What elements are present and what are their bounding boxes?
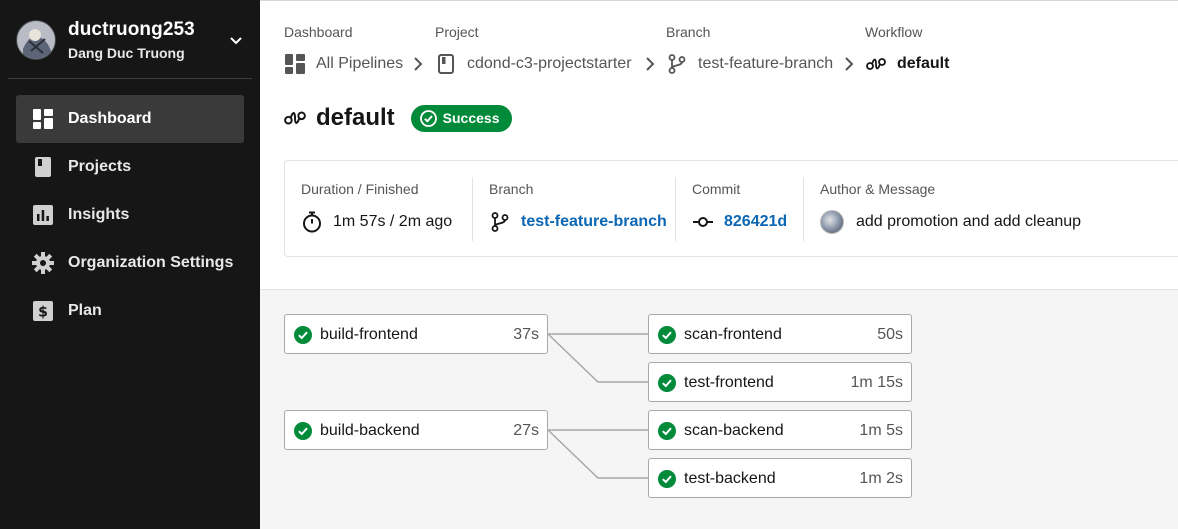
job-scan-frontend[interactable]: scan-frontend 50s — [648, 314, 912, 354]
workflow-graph: build-frontend 37s scan-frontend 50s tes… — [260, 289, 1178, 529]
branch-label: Branch — [489, 181, 534, 197]
job-name: build-backend — [320, 422, 420, 439]
breadcrumb-project[interactable]: cdond-c3-projectstarter — [435, 54, 632, 74]
duration-column: Duration / Finished 1m 57s / 2m ago — [285, 177, 472, 241]
chevron-down-icon[interactable] — [228, 32, 244, 48]
workflow-icon — [284, 111, 306, 125]
top-border — [260, 0, 1178, 1]
gear-icon — [32, 252, 54, 274]
job-test-backend[interactable]: test-backend 1m 2s — [648, 458, 912, 498]
breadcrumb-workflow-value: default — [897, 55, 950, 72]
chevron-right-icon — [646, 57, 655, 71]
breadcrumb-branch-value: test-feature-branch — [698, 55, 834, 72]
check-circle-icon — [419, 109, 437, 127]
success-check-icon — [658, 470, 676, 488]
author-value: add promotion and add cleanup — [820, 210, 1081, 234]
branch-value[interactable]: test-feature-branch — [489, 210, 667, 234]
breadcrumb-workflow[interactable]: default — [865, 54, 949, 74]
job-build-frontend[interactable]: build-frontend 37s — [284, 314, 548, 354]
sidebar-item-label: Organization Settings — [68, 254, 234, 271]
avatar[interactable] — [16, 20, 56, 60]
duration-label: Duration / Finished — [301, 181, 419, 197]
breadcrumb-project-label: Project — [435, 24, 479, 40]
commit-column: Commit 826421d — [675, 177, 803, 241]
success-check-icon — [294, 326, 312, 344]
duration-value: 1m 57s / 2m ago — [301, 210, 452, 234]
breadcrumb-all-pipelines[interactable]: All Pipelines — [284, 54, 403, 74]
breadcrumb-dashboard-label: Dashboard — [284, 24, 353, 40]
sidebar-item-insights[interactable]: Insights — [16, 191, 244, 239]
stopwatch-icon — [301, 211, 323, 233]
sidebar-nav: Dashboard Projects Insights Organization… — [16, 95, 244, 335]
sidebar-item-label: Dashboard — [68, 110, 152, 127]
chevron-right-icon — [845, 57, 854, 71]
workflow-info-card: Duration / Finished 1m 57s / 2m ago Bran… — [284, 160, 1178, 257]
job-duration: 27s — [513, 422, 539, 439]
commit-icon — [692, 211, 714, 233]
dollar-icon: $ — [32, 301, 54, 321]
job-name: build-frontend — [320, 326, 418, 343]
status-text: Success — [442, 110, 500, 126]
project-icon — [435, 54, 457, 74]
page-title: default — [316, 104, 395, 131]
branch-icon — [666, 54, 688, 74]
sidebar-item-dashboard[interactable]: Dashboard — [16, 95, 244, 143]
sidebar: ductruong253 Dang Duc Truong Dashboard P… — [0, 0, 260, 529]
breadcrumb-dashboard-value: All Pipelines — [316, 55, 404, 72]
job-name: test-backend — [684, 470, 776, 487]
branch-icon — [489, 211, 511, 233]
job-build-backend[interactable]: build-backend 27s — [284, 410, 548, 450]
commit-value[interactable]: 826421d — [692, 210, 787, 234]
chevron-right-icon — [414, 57, 423, 71]
success-check-icon — [294, 422, 312, 440]
job-duration: 1m 15s — [850, 374, 903, 391]
breadcrumb-workflow-label: Workflow — [865, 24, 923, 40]
job-test-frontend[interactable]: test-frontend 1m 15s — [648, 362, 912, 402]
job-scan-backend[interactable]: scan-backend 1m 5s — [648, 410, 912, 450]
duration-text: 1m 57s / 2m ago — [333, 213, 453, 230]
insights-icon — [32, 205, 54, 225]
svg-text:$: $ — [38, 305, 48, 321]
job-name: scan-backend — [684, 422, 784, 439]
dashboard-icon — [284, 54, 306, 74]
job-name: test-frontend — [684, 374, 774, 391]
success-check-icon — [658, 374, 676, 392]
job-name: scan-frontend — [684, 326, 782, 343]
breadcrumb-branch-label: Branch — [666, 24, 711, 40]
projects-icon — [32, 157, 54, 177]
sidebar-item-projects[interactable]: Projects — [16, 143, 244, 191]
dashboard-icon — [32, 109, 54, 129]
branch-link[interactable]: test-feature-branch — [521, 213, 667, 231]
profile-menu[interactable]: ductruong253 Dang Duc Truong — [0, 0, 260, 78]
breadcrumb-branch[interactable]: test-feature-branch — [666, 54, 833, 74]
commit-link[interactable]: 826421d — [724, 213, 787, 231]
workflow-icon — [865, 54, 887, 74]
username: ductruong253 — [68, 19, 195, 40]
job-duration: 50s — [877, 326, 903, 343]
workflow-header: default Success — [284, 102, 512, 134]
job-duration: 1m 2s — [859, 470, 903, 487]
job-duration: 37s — [513, 326, 539, 343]
success-check-icon — [658, 422, 676, 440]
full-name: Dang Duc Truong — [68, 45, 185, 61]
sidebar-item-plan[interactable]: $ Plan — [16, 287, 244, 335]
main-content: Dashboard All Pipelines Project cdond-c3… — [260, 0, 1178, 529]
sidebar-item-label: Insights — [68, 206, 130, 223]
breadcrumb-project-value: cdond-c3-projectstarter — [467, 55, 632, 72]
sidebar-item-label: Plan — [68, 302, 102, 319]
sidebar-divider — [8, 78, 252, 79]
status-badge: Success — [410, 104, 512, 132]
sidebar-item-organization-settings[interactable]: Organization Settings — [16, 239, 244, 287]
job-duration: 1m 5s — [859, 422, 903, 439]
sidebar-item-label: Projects — [68, 158, 132, 175]
author-column: Author & Message add promotion and add c… — [803, 177, 1178, 241]
commit-message: add promotion and add cleanup — [856, 213, 1082, 230]
commit-label: Commit — [692, 181, 741, 197]
success-check-icon — [658, 326, 676, 344]
branch-column: Branch test-feature-branch — [472, 177, 675, 241]
author-label: Author & Message — [820, 181, 936, 197]
author-avatar — [820, 210, 844, 234]
